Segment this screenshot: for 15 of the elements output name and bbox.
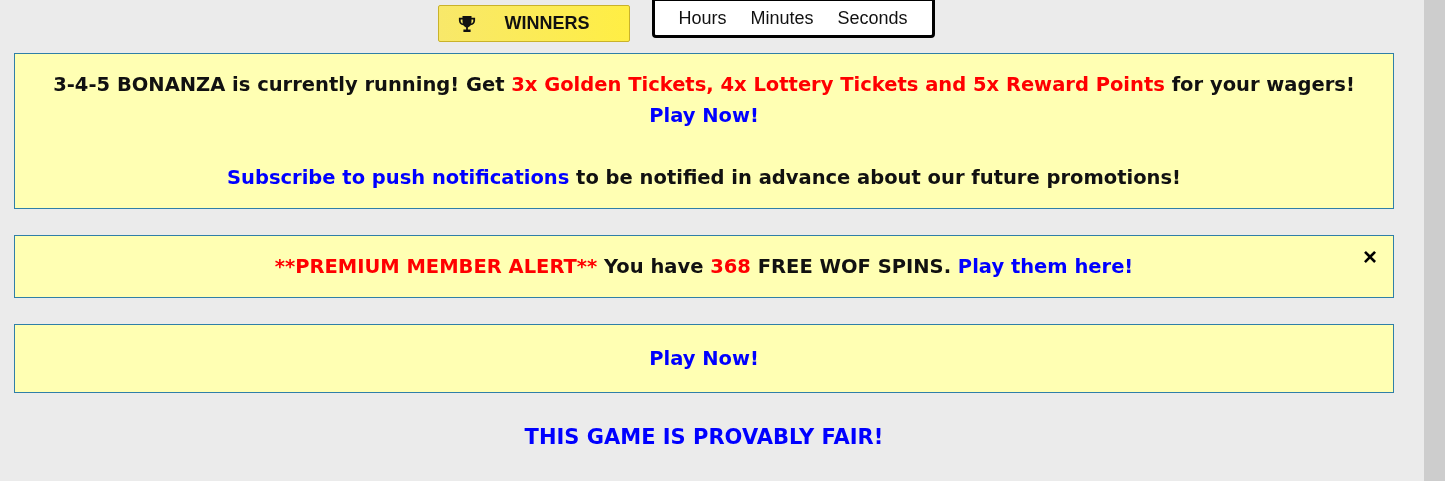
- promo-link[interactable]: Play Now!: [649, 104, 759, 127]
- countdown-unit-label: Seconds: [837, 8, 908, 29]
- promo-link[interactable]: Play Now!: [649, 347, 759, 370]
- fair-heading: THIS GAME IS PROVABLY FAIR!: [523, 425, 885, 449]
- promo-link[interactable]: Play them here!: [957, 255, 1134, 278]
- promo-text: 3-4-5 BONANZA is currently running! Get 3x Golden Tickets, 4x Lottery Tickets and 5x Reward Points for your wagers! Play Now!: [52, 72, 1356, 129]
- promo-link[interactable]: Subscribe to push notifications: [227, 166, 570, 189]
- promo-text: **PREMIUM MEMBER ALERT** You have 368 FREE WOF SPINS. Play them here!: [273, 254, 1135, 280]
- countdown-unit-label: Hours: [678, 8, 727, 29]
- trophy-icon: [456, 14, 477, 33]
- countdown-unit-label: Minutes: [750, 8, 814, 29]
- promo-text: Subscribe to push notifications to be notified in advance about our future promotions!: [226, 165, 1182, 191]
- winners-button[interactable]: WINNERS: [437, 5, 630, 42]
- close-button[interactable]: ×: [1363, 244, 1377, 270]
- scrollbar[interactable]: [1424, 0, 1445, 481]
